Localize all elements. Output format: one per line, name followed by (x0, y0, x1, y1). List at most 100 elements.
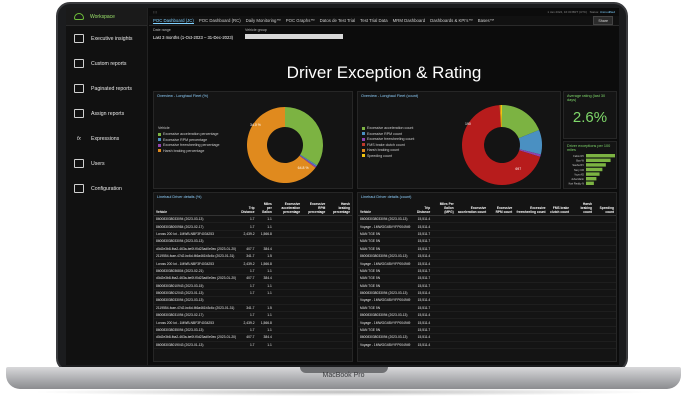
table-row[interactable]: 860083038000984 (2023-02-17) 1.7 1.1 (154, 222, 352, 231)
tab-5[interactable]: Test Trial Data (360, 18, 387, 23)
table-row[interactable]: I-cross 200 lot - 1MWB-NBF3F4034253 2,439… (154, 259, 352, 268)
table-row[interactable]: MAN TGE 5N 15,511.7 (358, 230, 616, 239)
table-row[interactable]: d0d2e3b8-fba2-463a-be0f-f0d23ad0e0ec (20… (154, 245, 352, 253)
tab-3[interactable]: POC Graphs™ (286, 18, 315, 23)
legend-item[interactable]: Excessive acceleration percentage (158, 132, 220, 136)
share-button[interactable]: Share (593, 16, 613, 25)
table-row[interactable]: MAN TGE 5N 15,511.7 (358, 267, 616, 276)
date-range-filter[interactable]: Date range Last 3 months (1-Oct-2023 – 3… (153, 28, 233, 40)
table-row[interactable]: 860083038033094 (2023-03-13) 15,511.4 (358, 289, 616, 298)
exception-bar[interactable] (586, 181, 594, 185)
legend-item[interactable]: FMS brake clutch count (362, 143, 414, 147)
sidebar-item-custom-reports[interactable]: Custom reports (66, 51, 147, 76)
table-row[interactable]: 860083038033094 (2023-03-13) (154, 296, 352, 305)
table-row[interactable]: d0d2e3b8-fba2-463a-be0f-f0d23ad0e0ec (20… (154, 274, 352, 283)
column-header[interactable]: Excessive acceleration percentage (273, 201, 303, 216)
tab-7[interactable]: Dashboards & KPI's™ (430, 18, 473, 23)
column-header[interactable]: Excessive RPM percentage (302, 201, 328, 216)
table-row[interactable]: I-cross 200 lot - 1MWB-NBF3F4034253 2,439… (154, 230, 352, 239)
column-header[interactable]: Trip Distance (238, 201, 257, 216)
exception-bar[interactable] (586, 158, 611, 162)
column-header[interactable]: Harsh braking percentage (327, 201, 352, 216)
table-row[interactable]: MAN TGE 5N 15,511.7 (358, 282, 616, 290)
table-row[interactable]: 860083038036804 (2023-02-21) 1.7 1.1 (154, 267, 352, 276)
column-header[interactable]: Miles Per Gallon (MPG) (432, 201, 456, 216)
legend-item[interactable]: Harsh braking percentage (158, 149, 220, 153)
column-header[interactable]: Speeding count (593, 201, 616, 216)
sidebar-item-configuration[interactable]: Configuration (66, 176, 147, 201)
sidebar-item-executive-insights[interactable]: Executive insights (66, 26, 147, 51)
table-cell: MAN TGE 5N (358, 230, 413, 239)
exception-bar[interactable] (586, 172, 600, 176)
tab-2[interactable]: Daily Monitoring™ (246, 18, 281, 23)
table-row[interactable]: 860083038033094 (2023-03-13) 15,511.4 (358, 252, 616, 261)
sidebar-item-assign-reports[interactable]: Assign reports (66, 101, 147, 126)
exception-bar[interactable] (586, 154, 615, 158)
table-row[interactable]: 860083038010943 (2023-03-15) 1.7 1.1 (154, 282, 352, 290)
legend-item[interactable]: Speeding count (362, 154, 414, 158)
legend-item[interactable]: Excessive freewheeling count (362, 137, 414, 141)
column-header[interactable]: Vehicle (358, 201, 413, 216)
table-cell (547, 296, 572, 305)
table-row[interactable]: MAN TGE 5N 15,511.7 (358, 274, 616, 283)
column-header[interactable]: Trip Distance (412, 201, 433, 216)
table-row[interactable]: 860083038033094 (2023-03-13) 15,511.4 (358, 333, 616, 342)
table-cell (593, 230, 616, 239)
exception-bar[interactable] (586, 177, 597, 181)
table-row[interactable]: 860083038033094 (2023-03-13) 1.7 1.1 (154, 215, 352, 224)
legend-item[interactable]: Excessive acceleration count (362, 126, 414, 130)
vehicle-group-filter[interactable]: Vehicle group (245, 28, 343, 39)
table-row[interactable]: 860083038019043 (2023-01-13) 1.7 1.1 (154, 341, 352, 350)
overview-pct-panel: Overview - Longhaul Fleet (%) Vehicle Ex… (153, 91, 353, 189)
donut-slice[interactable] (285, 107, 323, 166)
column-header[interactable]: Vehicle (154, 201, 239, 216)
assign-icon (74, 109, 84, 118)
table-cell (514, 304, 548, 313)
column-header[interactable]: FMS brake clutch count (547, 201, 572, 216)
column-header[interactable]: Harsh braking count (571, 201, 594, 216)
table-row[interactable]: Voyage - 1MWGG4BVYFP004949 15,511.4 (358, 341, 616, 350)
legend-item[interactable]: Excessive freewheeling percentage (158, 143, 220, 147)
table-row[interactable]: Voyage - 1MWGG4BVYFP004949 15,511.4 (358, 222, 616, 231)
table-row[interactable]: Voyage - 1MWGG4BVYFP004949 15,511.4 (358, 318, 616, 327)
column-header[interactable]: Miles per Gallon (256, 201, 274, 216)
table-row[interactable]: MAN TGE 5N 15,511.7 (358, 326, 616, 335)
table-row[interactable]: 860083038031094 (2023-02-17) 1.7 1.1 (154, 311, 352, 320)
table-cell (571, 326, 594, 335)
column-header[interactable]: Excessive acceleration count (455, 201, 489, 216)
table-row[interactable]: Voyage - 1MWGG4BVYFP004949 15,511.4 (358, 259, 616, 268)
legend-item[interactable]: Excessive RPM count (362, 132, 414, 136)
table-row[interactable]: Voyage - 1MWGG4BVYFP004949 15,511.4 (358, 296, 616, 305)
exception-bar[interactable] (586, 163, 606, 167)
table-cell (302, 282, 328, 290)
sidebar-item-paginated-reports[interactable]: Paginated reports (66, 76, 147, 101)
table-row[interactable]: 860083038033094 (2023-03-13) (154, 237, 352, 246)
table-row[interactable]: 860083038033094 (2023-03-13) 15,511.4 (358, 311, 616, 320)
table-row[interactable]: MAN TGE 5N 15,511.7 (358, 237, 616, 246)
sidebar-item-expressions[interactable]: fx Expressions (66, 126, 147, 151)
table-row[interactable]: 2119554-fcae-47d2-bc6d-f46a461b3c6c (202… (154, 252, 352, 261)
table-row[interactable]: 860083038012043 (2023-01-13) 1.7 1.1 (154, 289, 352, 298)
table-cell (302, 333, 328, 342)
column-header[interactable]: Excessive RPM count (488, 201, 515, 216)
tab-6[interactable]: MRM Dashboard (393, 18, 425, 23)
legend-item[interactable]: Harsh braking count (362, 148, 414, 152)
exception-bar[interactable] (586, 167, 603, 172)
sidebar-item-users[interactable]: Users (66, 151, 147, 176)
tab-4[interactable]: Datos de Test Trial (320, 18, 356, 23)
table-row[interactable]: MAN TGE 5N 15,511.7 (358, 304, 616, 313)
table-row[interactable]: d0d2e3b8-fba2-463a-be0f-f0d23ad0e0ec (20… (154, 333, 352, 342)
workspace-header[interactable]: Workspace (66, 8, 147, 26)
table-row[interactable]: I-cross 200 lot - 1MWB-NBF3F4034253 2,439… (154, 318, 352, 327)
tab-8[interactable]: Bases™ (478, 18, 494, 23)
legend-item[interactable]: Excessive RPM percentage (158, 138, 220, 142)
table-row[interactable]: 2119554-fcae-47d2-bc6d-f46a461b3c6c (202… (154, 304, 352, 313)
column-header[interactable]: Excessive freewheeling count (514, 201, 548, 216)
tab-1[interactable]: POC Dashboard (RC) (199, 18, 241, 23)
overview-count-donut: 190 697 (462, 105, 542, 185)
table-row[interactable]: 860083038035094 (2023-03-13) 1.7 1.1 (154, 326, 352, 335)
table-row[interactable]: 860083038033094 (2023-03-13) 15,511.4 (358, 215, 616, 224)
table-row[interactable]: MAN TGE 5N 15,511.7 (358, 245, 616, 253)
tab-0[interactable]: POC Dashboard (JC) (153, 18, 194, 24)
vehicle-group-input[interactable] (245, 34, 343, 39)
